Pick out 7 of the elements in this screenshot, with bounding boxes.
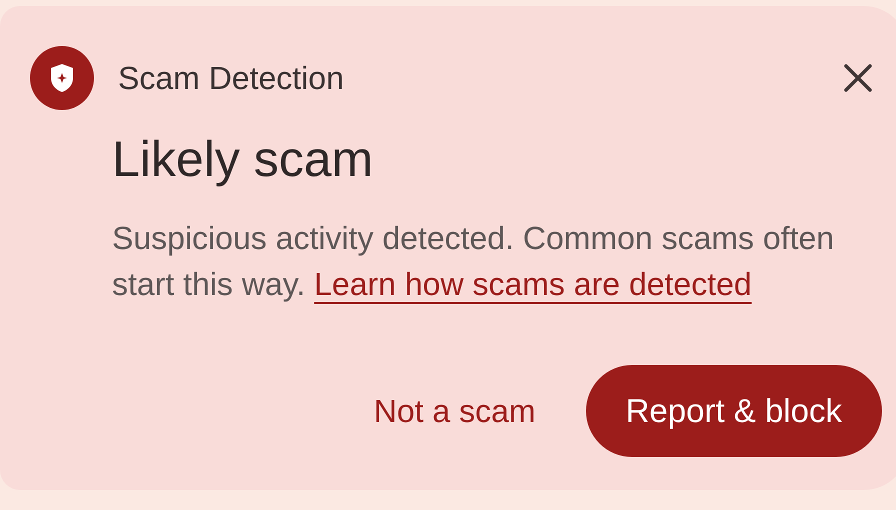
description: Suspicious activity detected. Common scams often start this way. Learn how scams are detected [112,218,836,304]
heading: Likely scam [112,130,374,189]
dialog-title: Scam Detection [118,59,344,98]
not-scam-button[interactable]: Not a scam [372,386,538,434]
learn-more-link[interactable]: Learn how scams are detected [314,266,752,302]
shield-icon [30,46,94,110]
report-block-button[interactable]: Report & block [586,364,882,456]
